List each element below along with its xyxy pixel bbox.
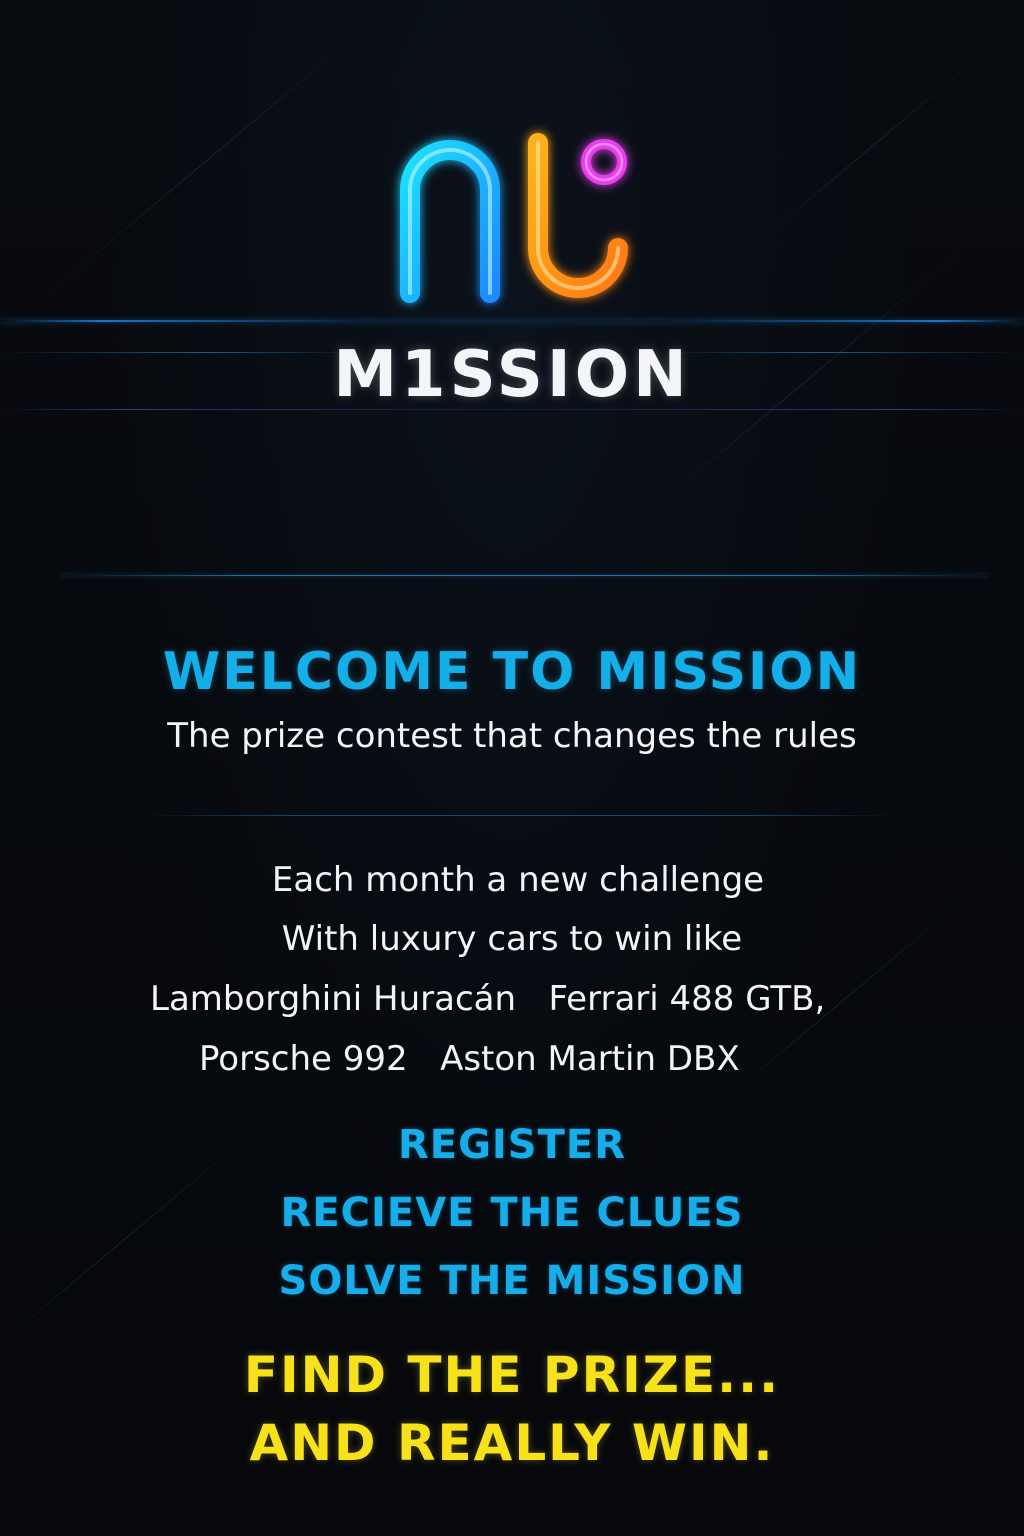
header-rail (0, 320, 1024, 322)
section-divider (60, 575, 990, 576)
step-solve-mission: SOLVE THE MISSION (278, 1258, 746, 1304)
description-line-cars: Porsche 992 Aston Martin DBX (199, 1039, 740, 1079)
welcome-subtitle: The prize contest that changes the rules (167, 716, 857, 756)
step-receive-clues: RECIEVE THE CLUES (280, 1190, 744, 1236)
step-register: REGISTER (397, 1122, 627, 1168)
description-line-cars: Lamborghini Huracán Ferrari 488 GTB, (150, 979, 826, 1019)
brand-wordmark: M1SSION (333, 338, 691, 412)
cta-find-prize: FIND THE PRIZE... (243, 1346, 781, 1404)
neon-nl-monogram-icon (400, 133, 628, 303)
logo (380, 118, 660, 318)
description-line: Each month a new challenge (271, 860, 765, 900)
cta-really-win: AND REALLY WIN. (249, 1414, 775, 1472)
background-streak (759, 47, 991, 241)
welcome-title: WELCOME TO MISSION (162, 642, 862, 702)
description-line: With luxury cars to win like (281, 919, 743, 959)
section-divider (140, 815, 900, 816)
background-streak (39, 30, 363, 301)
